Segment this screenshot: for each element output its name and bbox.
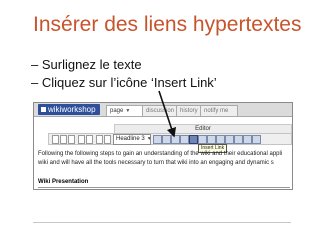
pointer-arrow	[158, 90, 177, 138]
arrow-shaft	[158, 90, 177, 138]
footer-rule	[33, 222, 291, 223]
